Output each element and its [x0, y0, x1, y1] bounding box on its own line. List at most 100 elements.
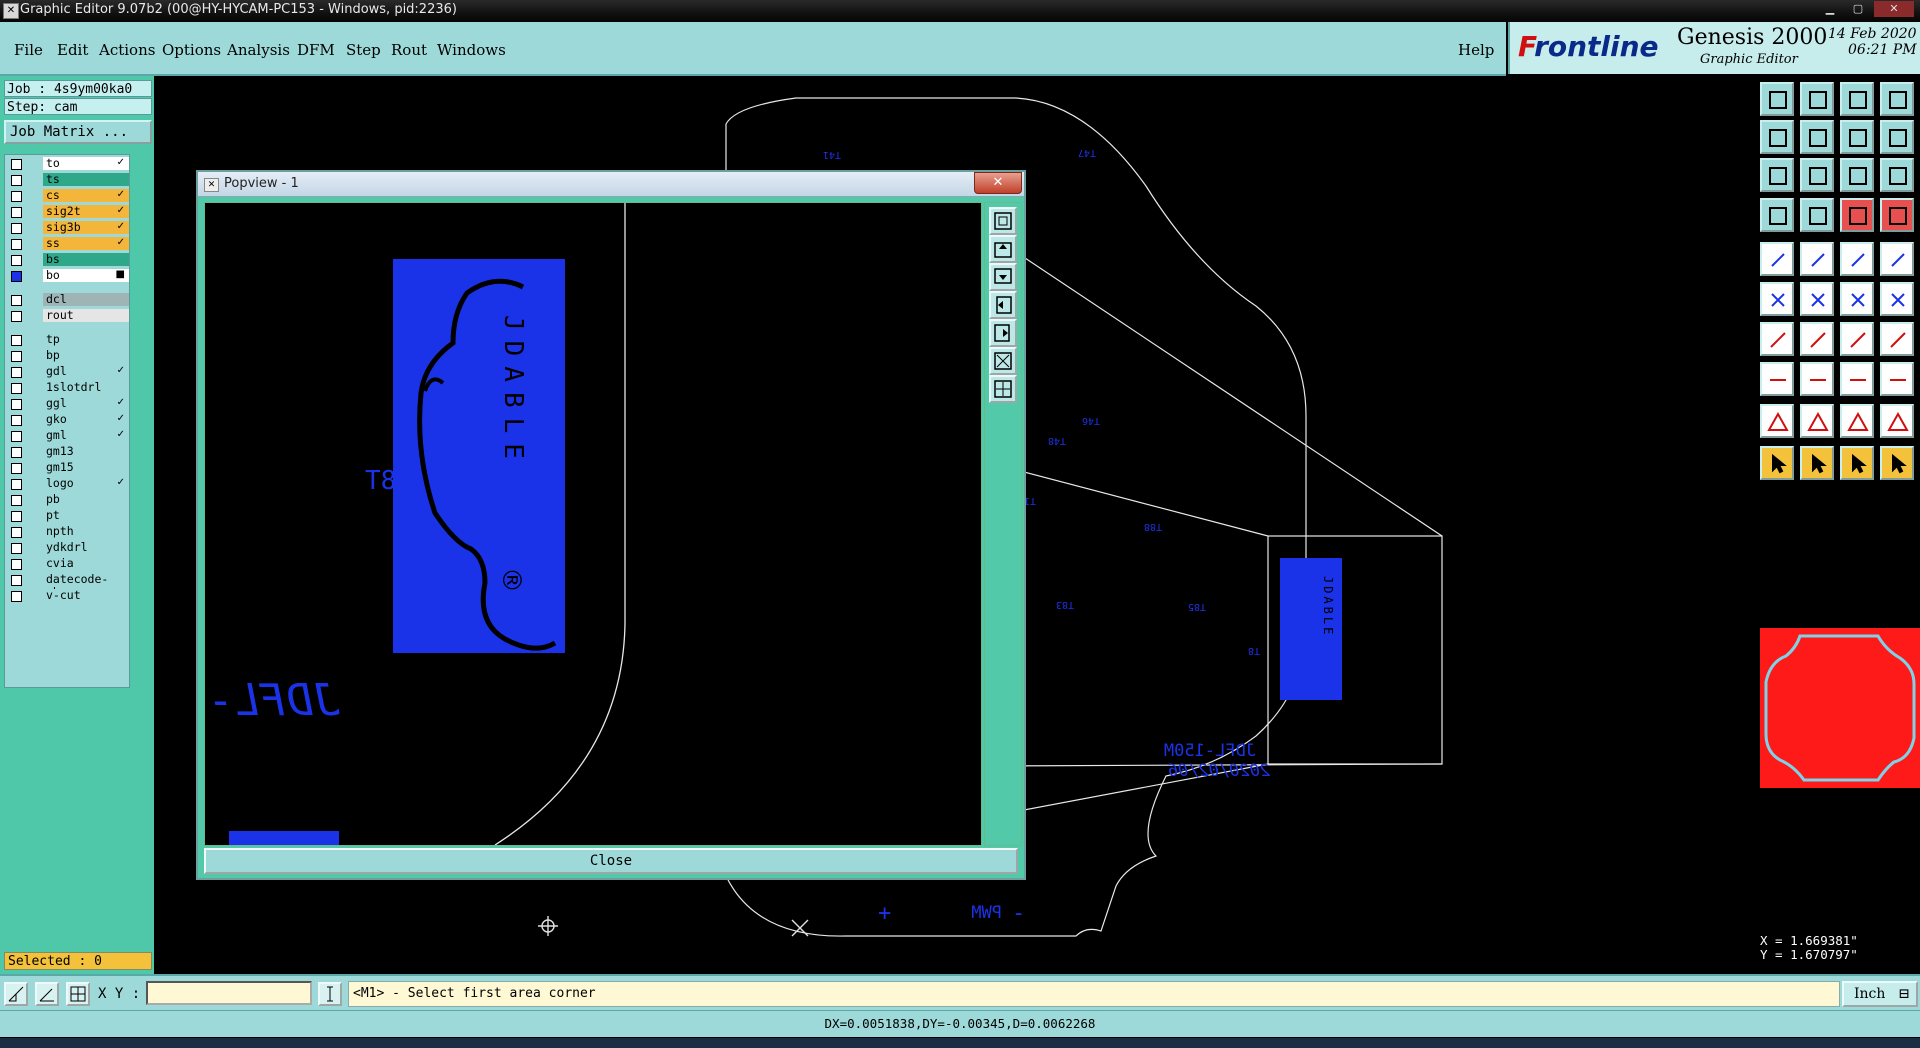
probe-icon[interactable]: [1800, 198, 1834, 232]
layer-name[interactable]: pb: [43, 493, 129, 506]
select-pad-icon[interactable]: [1760, 362, 1794, 396]
layer-checkbox[interactable]: [11, 591, 22, 602]
layer-row-to[interactable]: to ✓: [7, 157, 129, 171]
popview-pan-down-icon[interactable]: [989, 263, 1017, 291]
triangle-b-icon[interactable]: [1840, 404, 1874, 438]
angle-icon[interactable]: [35, 982, 59, 1006]
layer-name[interactable]: gm13: [43, 445, 129, 458]
add-line-icon[interactable]: [1800, 242, 1834, 276]
layer-checkbox[interactable]: [11, 527, 22, 538]
minimize-icon[interactable]: ▁: [1818, 1, 1842, 17]
menu-edit[interactable]: Edit: [57, 41, 88, 59]
layer-row-cs[interactable]: cs ✓: [7, 189, 129, 203]
layer-name[interactable]: pt: [43, 509, 129, 522]
layer-row-rout[interactable]: rout: [7, 309, 129, 323]
popview-close-button[interactable]: ✕: [974, 172, 1022, 194]
layer-name[interactable]: ydkdrl: [43, 541, 129, 554]
layer-checkbox[interactable]: [11, 559, 22, 570]
menu-file[interactable]: File: [14, 41, 43, 59]
layer-name[interactable]: gm15: [43, 461, 129, 474]
triangle-c-icon[interactable]: [1880, 404, 1914, 438]
layer-checkbox[interactable]: [11, 463, 22, 474]
layer-name[interactable]: dcl: [43, 293, 129, 306]
layer-checkbox[interactable]: [11, 399, 22, 410]
layer-row-ts[interactable]: ts: [7, 173, 129, 187]
layer-row-npth[interactable]: npth: [7, 525, 129, 539]
copy-pad-icon[interactable]: [1880, 282, 1914, 316]
pan-right-icon[interactable]: [1800, 120, 1834, 154]
layer-checkbox[interactable]: [11, 511, 22, 522]
select-arrow-icon[interactable]: [1760, 446, 1794, 480]
layer-swap-icon[interactable]: [1840, 120, 1874, 154]
zoom-fit-icon[interactable]: [1800, 82, 1834, 116]
popview-pan-left-icon[interactable]: [989, 291, 1017, 319]
traffic-light-icon[interactable]: [1840, 198, 1874, 232]
layer-checkbox[interactable]: [11, 295, 22, 306]
layer-checkbox[interactable]: [11, 175, 22, 186]
layer-checkbox[interactable]: [11, 575, 22, 586]
popview-zoom-in-icon[interactable]: [989, 347, 1017, 375]
layer-checkbox[interactable]: [11, 543, 22, 554]
menu-analysis[interactable]: Analysis: [227, 41, 290, 59]
layer-row-datecode-pbo[interactable]: datecode-pbo: [7, 573, 129, 599]
layer-name[interactable]: tp: [43, 333, 129, 346]
delete-icon[interactable]: [1800, 282, 1834, 316]
edit-line-icon[interactable]: [1800, 322, 1834, 356]
pan-left-icon[interactable]: [1760, 120, 1794, 154]
popview-pan-up-icon[interactable]: [989, 235, 1017, 263]
popview-title-bar[interactable]: ✕ Popview - 1 ✕: [198, 172, 1024, 197]
layer-checkbox[interactable]: [11, 431, 22, 442]
layer-name[interactable]: bs: [43, 253, 129, 266]
select-chain-icon[interactable]: [1880, 446, 1914, 480]
move-pad-icon[interactable]: [1840, 282, 1874, 316]
close-icon[interactable]: ✕: [1874, 1, 1914, 17]
layer-row-ss[interactable]: ss ✓: [7, 237, 129, 251]
rotate-icon[interactable]: [1840, 322, 1874, 356]
job-matrix-button[interactable]: Job Matrix ...: [4, 120, 152, 144]
menu-help[interactable]: Help: [1458, 41, 1494, 59]
traffic-light-alt-icon[interactable]: [1880, 198, 1914, 232]
grid-icon[interactable]: [66, 982, 90, 1006]
units-selector[interactable]: Inch ⊟: [1842, 981, 1918, 1007]
maximize-icon[interactable]: ▢: [1846, 1, 1870, 17]
connect-icon[interactable]: [1760, 282, 1794, 316]
menu-step[interactable]: Step: [346, 41, 381, 59]
layer-checkbox[interactable]: [11, 447, 22, 458]
layer-row-pt[interactable]: pt: [7, 509, 129, 523]
menu-actions[interactable]: Actions: [99, 41, 155, 59]
layer-checkbox[interactable]: [11, 311, 22, 322]
cluster-icon[interactable]: [1880, 362, 1914, 396]
popview-pan-right-icon[interactable]: [989, 319, 1017, 347]
layer-row-dcl[interactable]: dcl: [7, 293, 129, 307]
xy-input[interactable]: [146, 981, 312, 1005]
layer-row-logo[interactable]: logo ✓: [7, 477, 129, 491]
layer-row-bs[interactable]: bs: [7, 253, 129, 267]
layer-row-gm15[interactable]: gm15: [7, 461, 129, 475]
layer-row-1slotdrl[interactable]: 1slotdrl: [7, 381, 129, 395]
layer-row-sig2t[interactable]: sig2t ✓: [7, 205, 129, 219]
popview-zoom-fit-icon[interactable]: [989, 207, 1017, 235]
snake-icon[interactable]: [1760, 198, 1794, 232]
layer-name[interactable]: bp: [43, 349, 129, 362]
layer-checkbox[interactable]: [11, 271, 22, 282]
layer-row-gm13[interactable]: gm13: [7, 445, 129, 459]
layer-row-cvia[interactable]: cvia: [7, 557, 129, 571]
layer-checkbox[interactable]: [11, 239, 22, 250]
popview-zoom-out-icon[interactable]: [989, 375, 1017, 403]
layer-checkbox[interactable]: [11, 223, 22, 234]
layer-row-ggl[interactable]: ggl ✓: [7, 397, 129, 411]
layer-name[interactable]: cvia: [43, 557, 129, 570]
layer-checkbox[interactable]: [11, 335, 22, 346]
layer-row-ydkdrl[interactable]: ydkdrl: [7, 541, 129, 555]
popview-close-bottom-button[interactable]: Close: [204, 848, 1018, 874]
layer-name[interactable]: npth: [43, 525, 129, 538]
layer-row-gdl[interactable]: gdl ✓: [7, 365, 129, 379]
layer-checkbox[interactable]: [11, 479, 22, 490]
layer-checkbox[interactable]: [11, 207, 22, 218]
window-split-icon[interactable]: [1880, 82, 1914, 116]
layer-row-pb[interactable]: pb: [7, 493, 129, 507]
scale-1-2-icon[interactable]: [1840, 158, 1874, 192]
snap-icon[interactable]: [1880, 120, 1914, 154]
add-pad-icon[interactable]: [1760, 242, 1794, 276]
menu-windows[interactable]: Windows: [437, 41, 506, 59]
